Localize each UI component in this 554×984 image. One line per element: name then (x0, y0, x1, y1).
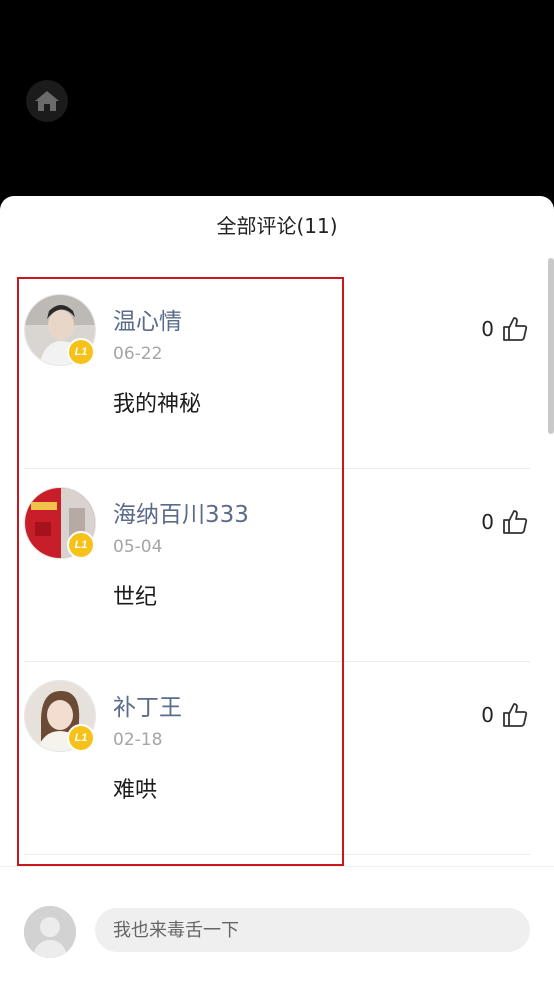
comments-sheet: 全部评论(11) L1 温心情 06-22 我的神秘 0 L1 海纳百川333 … (0, 196, 554, 984)
thumbs-up-icon (503, 510, 528, 534)
level-badge: L1 (67, 338, 95, 366)
comments-title: 全部评论(11) (216, 214, 338, 238)
home-button[interactable] (26, 80, 68, 122)
like-button[interactable]: 0 (481, 702, 528, 728)
comment-text: 世纪 (113, 585, 158, 610)
thumbs-up-icon (503, 703, 528, 727)
user-placeholder-icon (24, 906, 76, 958)
like-count: 0 (481, 703, 494, 727)
home-icon (35, 91, 59, 111)
comment-date: 02-18 (113, 730, 163, 750)
comment-item: L1 补丁王 02-18 难哄 0 (0, 662, 554, 855)
comment-item: L1 温心情 06-22 我的神秘 0 (0, 276, 554, 469)
comment-text: 难哄 (113, 778, 158, 803)
like-button[interactable]: 0 (481, 316, 528, 342)
username[interactable]: 海纳百川333 (113, 495, 249, 529)
comment-input[interactable] (95, 908, 530, 952)
comment-date: 05-04 (113, 537, 163, 557)
level-badge: L1 (67, 531, 95, 559)
comment-date: 06-22 (113, 344, 163, 364)
like-count: 0 (481, 510, 494, 534)
comment-list: L1 温心情 06-22 我的神秘 0 L1 海纳百川333 05-04 世纪 … (0, 276, 554, 855)
username[interactable]: 温心情 (113, 302, 182, 336)
comment-item: L1 海纳百川333 05-04 世纪 0 (0, 469, 554, 662)
comment-text: 我的神秘 (113, 392, 202, 417)
like-count: 0 (481, 317, 494, 341)
comment-input-bar (0, 866, 554, 984)
divider (24, 854, 530, 855)
username[interactable]: 补丁王 (113, 688, 182, 722)
level-badge: L1 (67, 724, 95, 752)
like-button[interactable]: 0 (481, 509, 528, 535)
my-avatar (24, 906, 76, 958)
divider (0, 866, 554, 867)
thumbs-up-icon (503, 317, 528, 341)
